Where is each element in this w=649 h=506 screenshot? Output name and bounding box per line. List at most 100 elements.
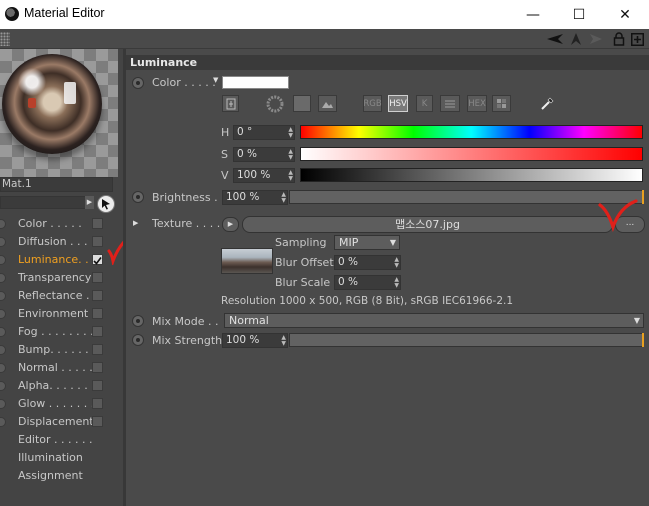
material-name-field[interactable]: Mat.1 <box>0 177 113 192</box>
channel-label: Color . . . . . <box>18 217 82 230</box>
channel-item[interactable]: Editor . . . . . . <box>0 431 110 449</box>
blur-scale-input[interactable]: 0 % ▲ ▼ <box>334 275 401 290</box>
channel-checkbox[interactable] <box>92 290 103 301</box>
hue-slider[interactable] <box>300 125 643 139</box>
texture-file-button[interactable]: 맵소스07.jpg <box>242 216 613 233</box>
color-picker-mode-icon[interactable] <box>222 95 239 112</box>
channel-item[interactable]: Fog . . . . . . . . <box>0 323 110 341</box>
h-input[interactable]: 0 ° ▲ ▼ <box>233 125 295 140</box>
mode-rgb-button[interactable]: RGB <box>363 95 382 112</box>
mode-hsv-button[interactable]: HSV <box>388 95 408 112</box>
channel-checkbox[interactable] <box>92 218 103 229</box>
reflection-window <box>64 82 76 104</box>
blur-offset-input[interactable]: 0 % ▲ ▼ <box>334 255 401 270</box>
red-checkmark-annotation <box>598 199 638 233</box>
channel-checkbox[interactable] <box>92 398 103 409</box>
channel-checkbox[interactable] <box>92 416 103 427</box>
s-label: S <box>221 148 228 161</box>
channel-radio-icon <box>0 219 6 229</box>
saturation-slider[interactable] <box>300 147 643 161</box>
mix-strength-slider[interactable] <box>289 333 644 347</box>
channel-radio-icon <box>0 309 6 319</box>
spectrum-icon[interactable] <box>293 95 311 112</box>
texture-menu-icon[interactable]: ▶ <box>222 217 239 232</box>
blur-offset-value: 0 % <box>338 256 358 268</box>
channel-checkbox[interactable] <box>92 344 103 355</box>
color-wheel-icon[interactable] <box>264 95 286 112</box>
material-selector[interactable] <box>0 196 92 209</box>
channel-item[interactable]: Assignment <box>0 467 110 485</box>
channel-item[interactable]: Illumination <box>0 449 110 467</box>
mix-strength-value: 100 % <box>226 334 260 346</box>
channel-checkbox[interactable] <box>92 326 103 337</box>
color-animate-icon[interactable] <box>132 77 144 89</box>
pick-cursor-icon[interactable] <box>97 195 115 213</box>
s-input[interactable]: 0 % ▲ ▼ <box>233 147 295 162</box>
channel-radio-icon <box>0 363 6 373</box>
channel-checkbox[interactable] <box>92 272 103 283</box>
image-picker-icon[interactable] <box>318 95 337 112</box>
mix-strength-animate-icon[interactable] <box>132 334 144 346</box>
close-button[interactable]: ✕ <box>602 0 648 29</box>
sampling-label: Sampling <box>275 236 327 249</box>
preview-sphere <box>2 54 102 154</box>
channel-checkbox[interactable] <box>92 236 103 247</box>
attributes-panel: Luminance Color . . . . . ▼ RGB HSV K HE… <box>126 49 649 506</box>
mode-hex-button[interactable]: HEX <box>467 95 487 112</box>
color-swatch[interactable] <box>222 76 289 89</box>
maximize-button[interactable]: ☐ <box>556 0 602 29</box>
brightness-animate-icon[interactable] <box>132 191 144 203</box>
new-window-icon[interactable] <box>628 30 646 48</box>
color-label: Color . . . . . <box>152 76 216 89</box>
h-value: 0 ° <box>237 126 253 138</box>
channel-label: Normal . . . . . <box>18 361 93 374</box>
channel-label: Illumination <box>18 451 83 464</box>
channel-checkbox[interactable] <box>92 254 103 265</box>
texture-thumbnail[interactable] <box>221 248 273 274</box>
grip-handle-icon[interactable] <box>0 32 10 46</box>
material-preview[interactable] <box>0 49 118 177</box>
minimize-button[interactable]: — <box>510 0 556 29</box>
channel-checkbox[interactable] <box>92 380 103 391</box>
channel-item[interactable]: Environment <box>0 305 110 323</box>
forward-arrow-icon[interactable] <box>587 30 605 48</box>
up-arrow-icon[interactable] <box>567 30 585 48</box>
channel-item[interactable]: Normal . . . . . <box>0 359 110 377</box>
channel-item[interactable]: Luminance. . . <box>0 251 110 269</box>
mixer-icon[interactable] <box>440 95 460 112</box>
channel-checkbox[interactable] <box>92 308 103 319</box>
window-title: Material Editor <box>24 6 105 20</box>
channel-item[interactable]: Reflectance . . <box>0 287 110 305</box>
channel-item[interactable]: Displacement <box>0 413 110 431</box>
color-caret-icon[interactable]: ▼ <box>213 76 218 84</box>
back-arrow-icon[interactable] <box>546 30 564 48</box>
blur-scale-label: Blur Scale <box>275 276 331 289</box>
swatches-icon[interactable] <box>492 95 511 112</box>
brightness-slider[interactable] <box>289 190 644 204</box>
blur-offset-label: Blur Offset <box>275 256 334 269</box>
lock-icon[interactable] <box>610 30 628 48</box>
channel-item[interactable]: Transparency <box>0 269 110 287</box>
mode-kelvin-button[interactable]: K <box>416 95 433 112</box>
texture-expand-icon[interactable]: ▶ <box>133 219 138 227</box>
mix-mode-animate-icon[interactable] <box>132 315 144 327</box>
toolbar <box>0 29 649 49</box>
v-input[interactable]: 100 % ▲ ▼ <box>233 168 295 183</box>
sampling-dropdown[interactable]: MIP ▼ <box>334 235 400 250</box>
material-selector-arrow-icon[interactable]: ▶ <box>85 196 94 209</box>
eyedropper-icon[interactable] <box>536 95 558 112</box>
mix-strength-input[interactable]: 100 % ▲ ▼ <box>222 333 288 348</box>
brightness-input[interactable]: 100 % ▲ ▼ <box>222 190 288 205</box>
mix-mode-dropdown[interactable]: Normal ▼ <box>224 313 644 328</box>
mix-mode-label: Mix Mode . . <box>152 315 219 328</box>
channel-item[interactable]: Diffusion . . . . <box>0 233 110 251</box>
channel-item[interactable]: Color . . . . . <box>0 215 110 233</box>
title-bar: Material Editor — ☐ ✕ <box>0 0 649 29</box>
channel-checkbox[interactable] <box>92 362 103 373</box>
brightness-value: 100 % <box>226 191 260 203</box>
channel-item[interactable]: Alpha. . . . . . . <box>0 377 110 395</box>
section-title: Luminance <box>126 55 649 70</box>
channel-item[interactable]: Bump. . . . . . . <box>0 341 110 359</box>
channel-item[interactable]: Glow . . . . . . . <box>0 395 110 413</box>
value-slider[interactable] <box>300 168 643 182</box>
